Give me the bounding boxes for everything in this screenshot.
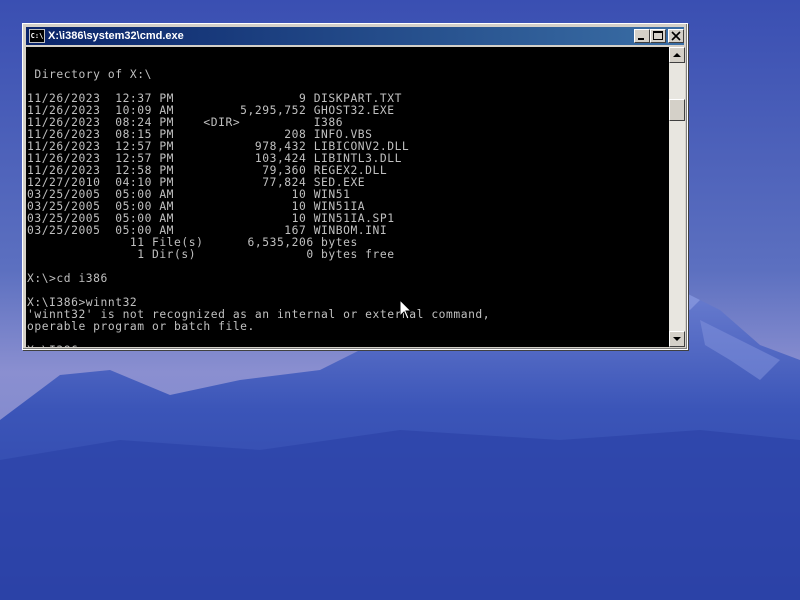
console-text: Directory of X:\ 11/26/2023 12:37 PM 9 D… — [27, 68, 491, 348]
mouse-pointer-icon — [400, 300, 412, 320]
scroll-down-button[interactable] — [669, 331, 685, 347]
minimize-button[interactable] — [634, 29, 650, 43]
cmd-icon[interactable]: C:\ — [29, 29, 45, 43]
cmd-window[interactable]: C:\ X:\i386\system32\cmd.exe Directory o… — [22, 23, 688, 350]
close-icon — [671, 31, 681, 41]
window-title: X:\i386\system32\cmd.exe — [48, 30, 184, 42]
minimize-icon — [638, 38, 644, 40]
close-button[interactable] — [668, 29, 684, 43]
scroll-thumb[interactable] — [669, 99, 685, 121]
scroll-up-button[interactable] — [669, 47, 685, 63]
console-output[interactable]: Directory of X:\ 11/26/2023 12:37 PM 9 D… — [26, 47, 669, 347]
title-bar[interactable]: C:\ X:\i386\system32\cmd.exe — [26, 27, 684, 45]
maximize-icon — [653, 31, 663, 40]
arrow-up-icon — [673, 53, 681, 57]
maximize-button[interactable] — [650, 29, 666, 43]
arrow-down-icon — [673, 337, 681, 341]
vertical-scrollbar[interactable] — [669, 47, 685, 347]
